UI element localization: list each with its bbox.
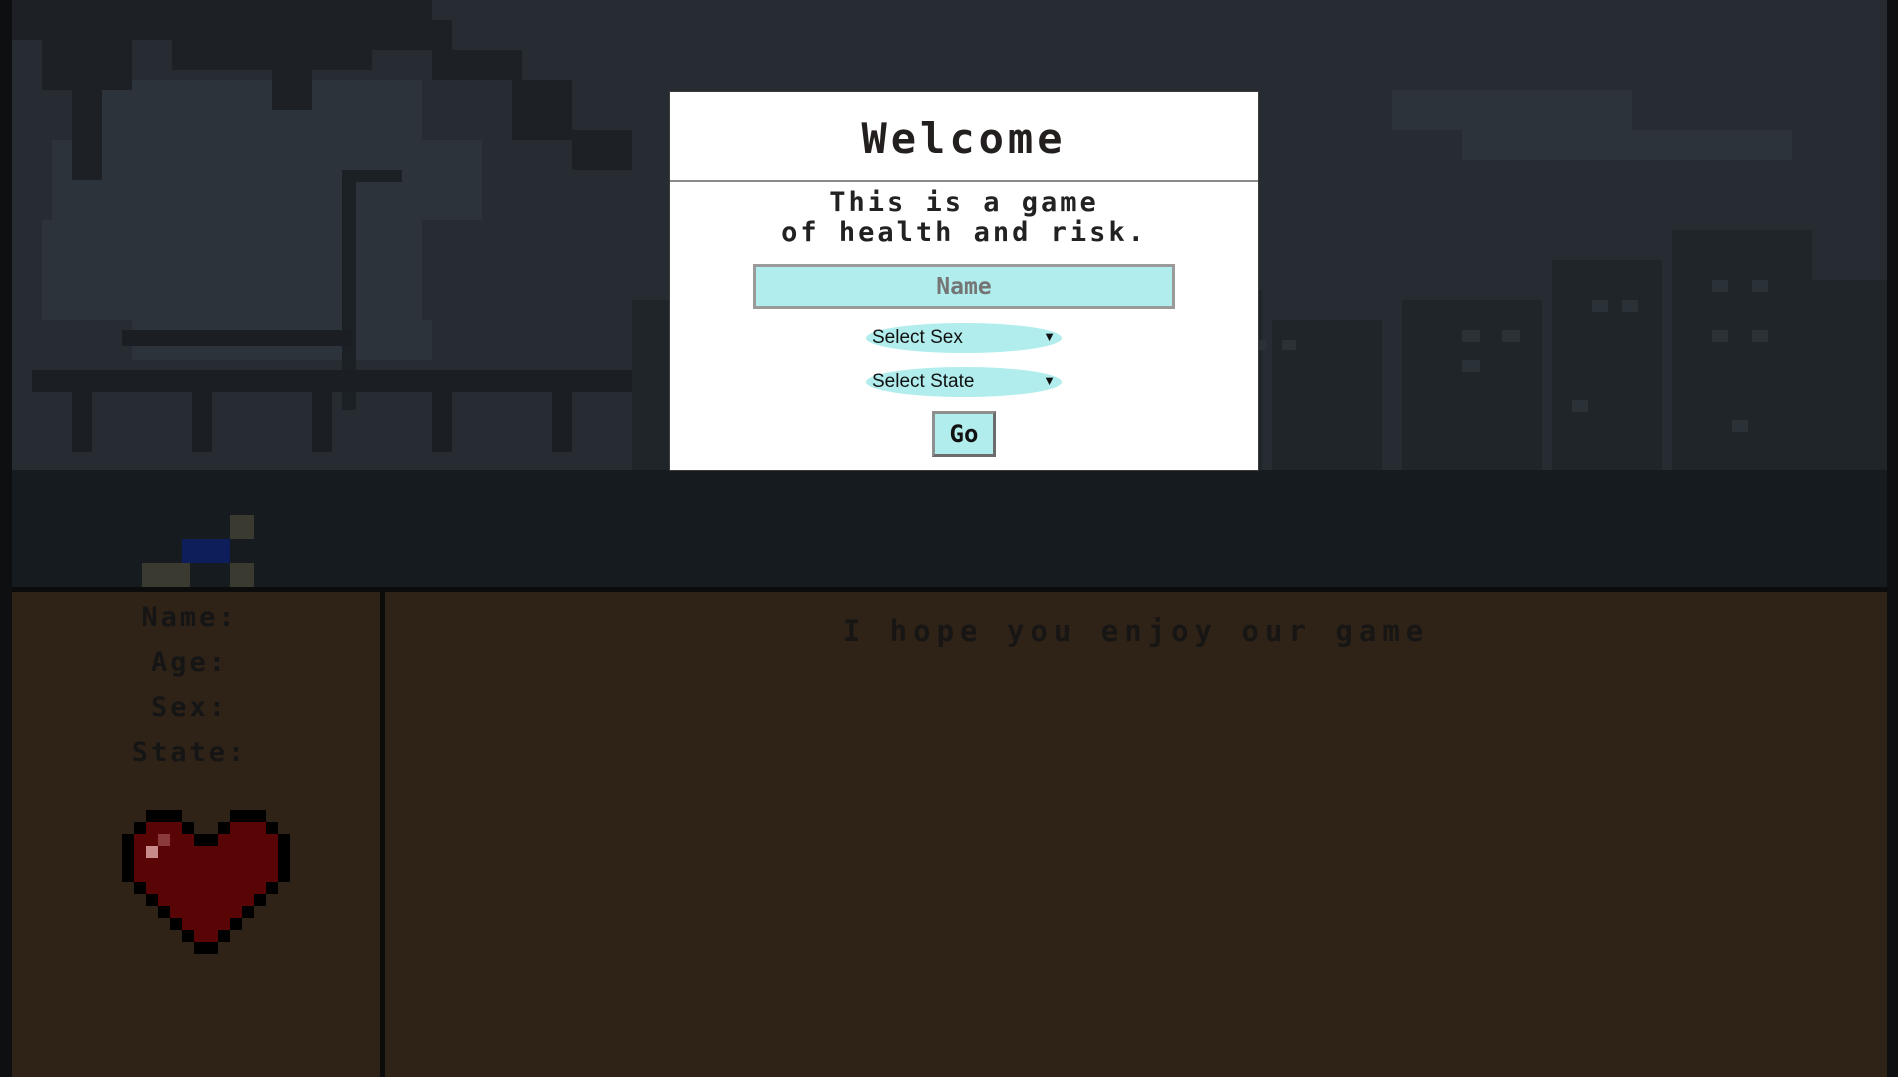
intro-line-2: of health and risk. (781, 217, 1147, 248)
message-log: I hope you enjoy our game (385, 592, 1887, 1077)
dialog-title: Welcome (861, 114, 1067, 163)
state-stat-label: State: (131, 737, 248, 768)
state-select-label: Select State (872, 371, 975, 392)
name-stat-label: Name: (141, 602, 238, 633)
hud-panel: Name: Age: Sex: State: I hope you enjoy … (12, 587, 1887, 1077)
name-input[interactable] (753, 264, 1175, 309)
age-stat-label: Age: (150, 647, 229, 678)
sex-select[interactable]: Select Sex ▼ (866, 323, 1062, 353)
welcome-dialog: Welcome This is a game of health and ris… (670, 92, 1258, 470)
chevron-down-icon: ▼ (1043, 329, 1056, 344)
dialog-intro: This is a game of health and risk. (670, 188, 1258, 248)
go-button[interactable]: Go (932, 411, 996, 457)
state-select[interactable]: Select State ▼ (866, 367, 1062, 397)
player-stats-panel: Name: Age: Sex: State: (12, 592, 385, 1077)
game-frame: Name: Age: Sex: State: I hope you enjoy … (12, 0, 1887, 1077)
heart-icon (122, 810, 290, 958)
intro-line-1: This is a game (829, 187, 1099, 218)
chevron-down-icon: ▼ (1043, 373, 1056, 388)
sex-select-label: Select Sex (872, 327, 963, 348)
dialog-header: Welcome (670, 92, 1258, 182)
log-message: I hope you enjoy our game (842, 614, 1430, 648)
sex-stat-label: Sex: (150, 692, 229, 723)
